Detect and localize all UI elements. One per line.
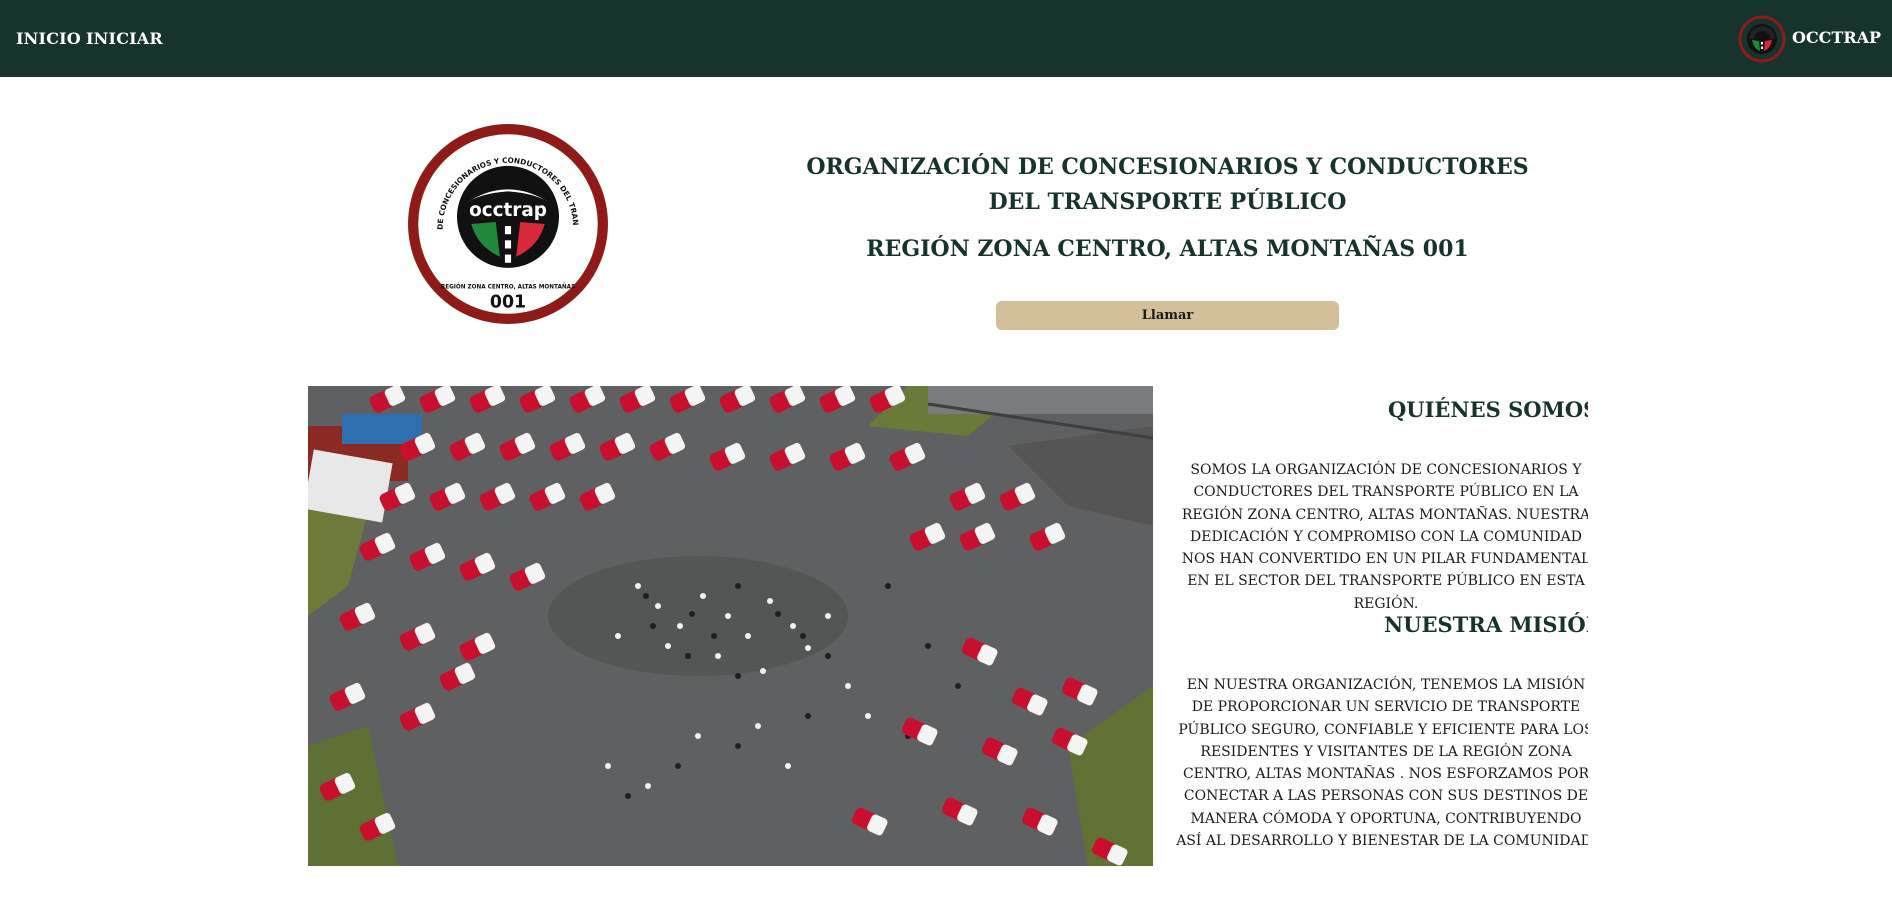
logo-number: 001 xyxy=(490,293,526,313)
about-text: SOMOS LA ORGANIZACIÓN DE CONCESIONARIOS … xyxy=(1181,462,1588,612)
logo-wordmark: occtrap xyxy=(469,200,547,221)
about-heading: QUIÉNES SOMOS? xyxy=(1388,397,1588,422)
organization-title: ORGANIZACIÓN DE CONCESIONARIOS Y CONDUCT… xyxy=(806,154,1529,215)
brand-logo-icon[interactable] xyxy=(1737,14,1787,64)
nav-link-iniciar[interactable]: INICIAR xyxy=(86,29,163,48)
organization-logo: ORGANIZACIÓN DE CONCESIONARIOS Y CONDUCT… xyxy=(406,122,608,324)
brand-name[interactable]: OCCTRAP xyxy=(1792,28,1881,47)
mission-text: EN NUESTRA ORGANIZACIÓN, TENEMOS LA MISI… xyxy=(1176,677,1588,850)
region-title: REGIÓN ZONA CENTRO, ALTAS MONTAÑAS 001 xyxy=(866,236,1469,262)
top-navbar: INICIO INICIAR OCCTRAP xyxy=(0,0,1892,77)
mission-heading: NUESTRA MISIÓN xyxy=(1384,612,1588,637)
nav-link-inicio[interactable]: INICIO xyxy=(16,29,81,48)
about-column: QUIÉNES SOMOS? SOMOS LA ORGANIZACIÓN DE … xyxy=(1168,386,1588,866)
taxi-fleet-aerial-photo xyxy=(308,386,1153,866)
call-button[interactable]: Llamar xyxy=(996,301,1339,330)
logo-region-text: REGIÓN ZONA CENTRO, ALTAS MONTAÑAS xyxy=(441,283,575,290)
